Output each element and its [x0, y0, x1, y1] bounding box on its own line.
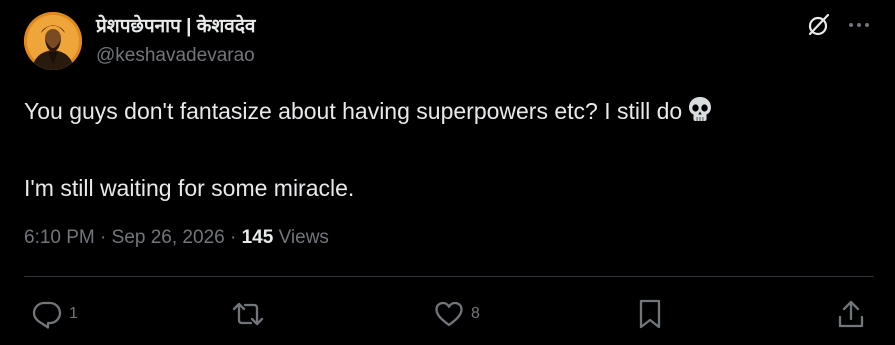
grok-icon-glyph [808, 13, 830, 36]
skull-icon [686, 95, 714, 133]
author-display-name[interactable]: प्रेशपछेपनाप | केशवदेव [96, 12, 256, 38]
views-count: 145 [241, 227, 274, 248]
repost-icon [232, 302, 264, 326]
tweet-line-1: You guys don't fantasize about having su… [24, 93, 864, 133]
bookmark-icon [639, 299, 661, 329]
tweet-line-1-text: You guys don't fantasize about having su… [24, 98, 683, 124]
like-count: 8 [471, 305, 480, 322]
grok-icon[interactable] [806, 12, 832, 38]
meta-separator: · [94, 227, 112, 248]
share-icon [838, 300, 864, 328]
author-handle[interactable]: @keshavadevarao [96, 45, 255, 67]
tweet-line-2: I'm still waiting for some miracle. [24, 175, 355, 201]
reply-button[interactable]: 1 [31, 296, 78, 332]
tweet-time[interactable]: 6:10 PM [24, 227, 95, 248]
reply-icon [32, 301, 62, 329]
tweet-text: You guys don't fantasize about having su… [24, 93, 864, 206]
like-button[interactable]: 8 [433, 296, 480, 332]
avatar-image [24, 12, 82, 70]
bookmark-button[interactable] [636, 296, 664, 332]
divider [24, 276, 874, 277]
ellipsis-icon [849, 23, 869, 27]
reply-count: 1 [69, 305, 78, 322]
views-label: Views [273, 227, 329, 248]
heart-icon [435, 301, 463, 327]
more-options-icon[interactable] [846, 12, 872, 38]
avatar[interactable] [24, 12, 82, 70]
meta-separator: · [224, 227, 242, 248]
tweet-meta: 6:10 PM · Sep 26, 2026 · 145 Views [24, 227, 329, 249]
share-button[interactable] [835, 296, 867, 332]
repost-button[interactable] [230, 296, 272, 332]
tweet-date[interactable]: Sep 26, 2026 [112, 227, 225, 248]
